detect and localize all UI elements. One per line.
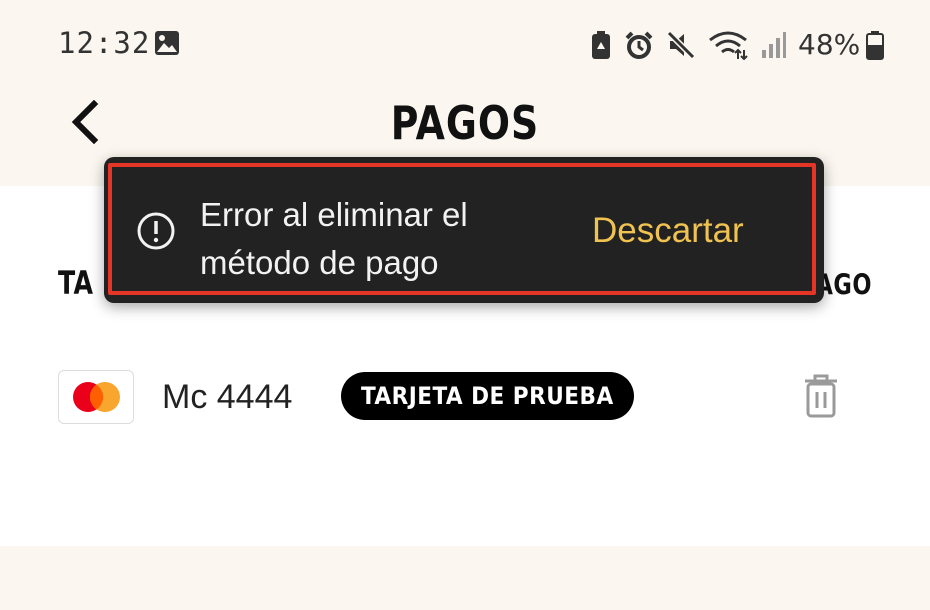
- battery-saver-icon: [592, 30, 610, 59]
- delete-card-button[interactable]: [802, 372, 840, 420]
- wifi-icon: [709, 31, 748, 60]
- battery-percent: 48%: [798, 28, 861, 61]
- status-icons: 48%: [590, 28, 896, 61]
- status-bar: 12:32 48%: [0, 0, 930, 88]
- error-toast: Error al eliminar el método de pago Desc…: [104, 157, 824, 303]
- test-card-badge: TARJETA DE PRUEBA: [341, 372, 634, 420]
- section-heading: TA: [58, 264, 94, 302]
- page-title: PAGOS: [390, 96, 540, 150]
- toast-message: Error al eliminar el método de pago: [200, 196, 468, 281]
- mute-icon: [666, 30, 696, 59]
- gallery-icon: [153, 29, 181, 61]
- signal-icon: [762, 31, 786, 58]
- dismiss-button[interactable]: Descartar: [592, 211, 744, 251]
- payment-method-row[interactable]: Mc 4444 TARJETA DE PRUEBA: [0, 370, 930, 424]
- alert-circle-icon: [136, 211, 176, 255]
- alarm-icon: [625, 31, 653, 59]
- battery-icon: [866, 30, 885, 60]
- trash-icon: [805, 374, 837, 418]
- mastercard-icon: [58, 370, 134, 424]
- status-time: 12:32: [58, 26, 151, 60]
- card-label: Mc 4444: [162, 378, 293, 416]
- footer-band: [0, 546, 930, 610]
